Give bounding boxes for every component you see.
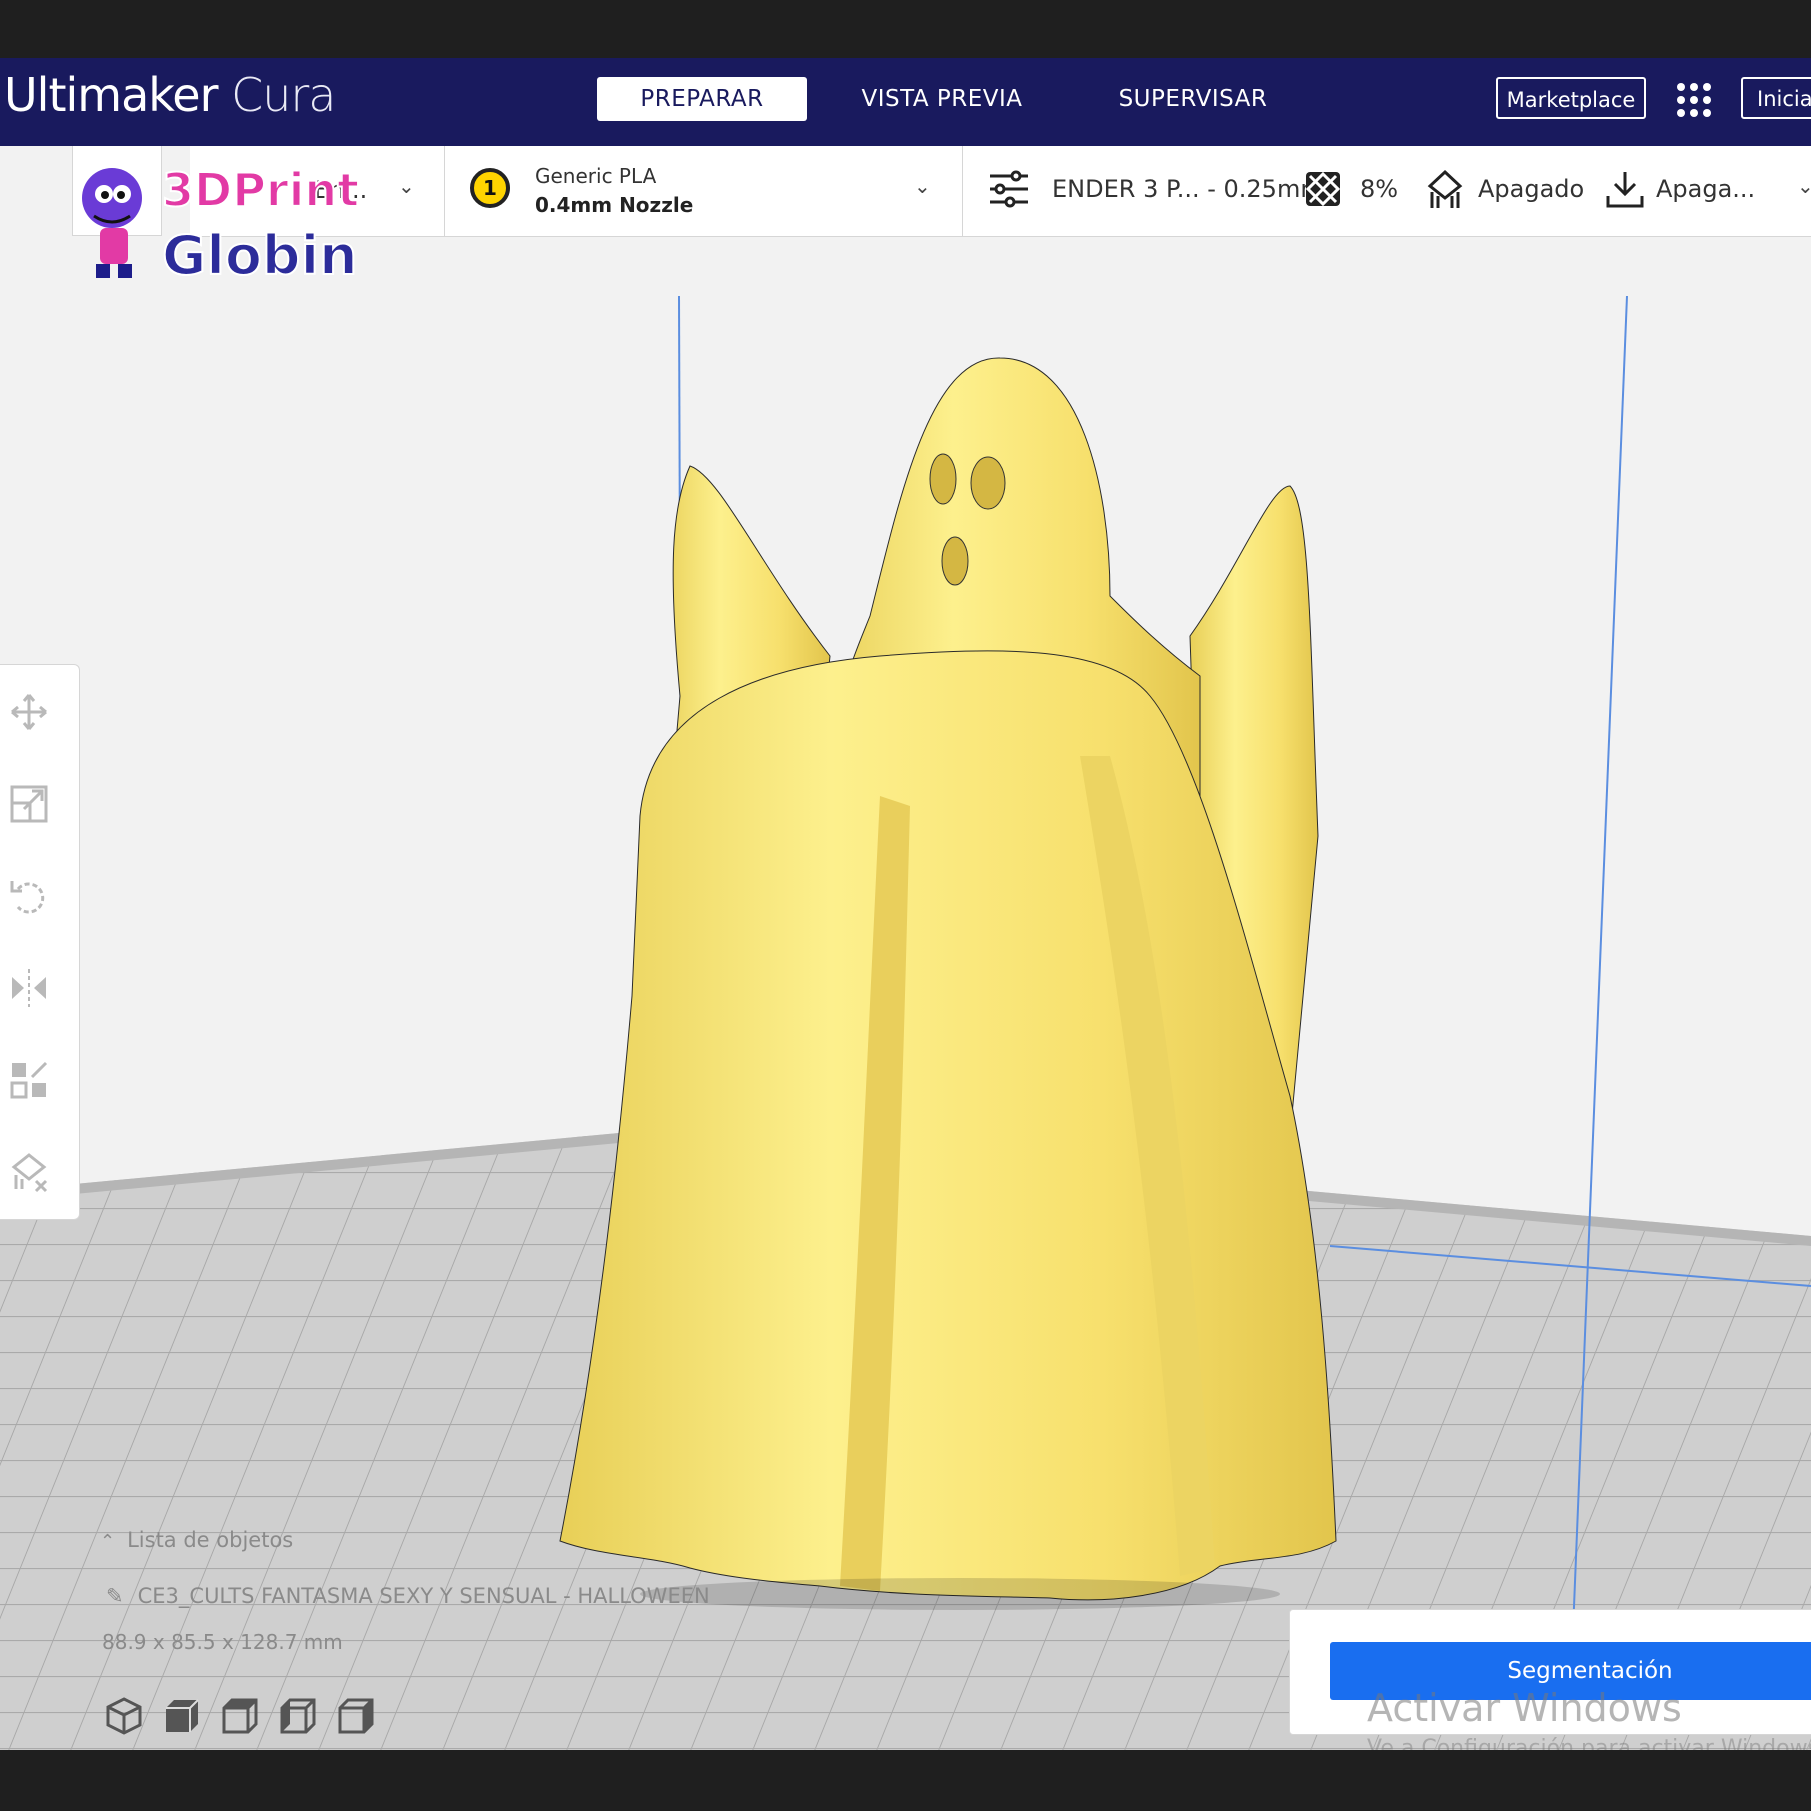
viewport-canvas [0, 295, 1811, 1750]
front-view-icon[interactable] [162, 1696, 202, 1736]
ghost-model [559, 357, 1337, 1601]
build-plate-viewport[interactable] [0, 236, 1811, 1750]
object-dimensions: 88.9 x 85.5 x 128.7 mm [102, 1630, 343, 1654]
logo-line1: 3DPrint [162, 163, 359, 217]
adhesion-icon [1606, 172, 1644, 208]
chevron-up-icon: ⌃ [100, 1531, 116, 1552]
print-settings-selector[interactable]: ENDER 3 P... - 0.25mm 8% Apagado Apaga..… [962, 146, 1811, 236]
mirror-icon[interactable] [8, 967, 50, 1009]
nozzle-size: 0.4mm Nozzle [535, 193, 694, 217]
app-title-light: Cura [231, 68, 336, 122]
support-value: Apagado [1478, 175, 1585, 203]
tab-preparar[interactable]: PREPARAR [597, 77, 807, 121]
tool-panel [0, 664, 80, 1220]
per-model-settings-icon[interactable] [8, 1059, 50, 1101]
chevron-down-icon: ⌄ [398, 174, 415, 198]
print-config-bar: En... ⌄ 1 Generic PLA 0.4mm Nozzle ⌄ END… [190, 146, 1811, 237]
app-header: Ultimaker Cura PREPARAR VISTA PREVIA SUP… [0, 58, 1811, 146]
windows-activation-watermark: Activar Windows [1367, 1686, 1682, 1730]
settings-sliders-icon [990, 170, 1028, 208]
move-icon[interactable] [8, 691, 50, 733]
object-list-header: Lista de objetos [127, 1528, 294, 1552]
object-list-toggle[interactable]: ⌃ Lista de objetos [100, 1528, 293, 1552]
support-icon [1427, 169, 1463, 208]
left-view-icon[interactable] [278, 1696, 318, 1736]
app-title: Ultimaker Cura [4, 68, 336, 122]
material-selector[interactable]: 1 Generic PLA 0.4mm Nozzle ⌄ [444, 146, 963, 236]
windows-activation-subtext: Ve a Configuración para activar Windows. [1367, 1736, 1811, 1750]
extruder-badge: 1 [470, 168, 510, 208]
support-blocker-icon[interactable] [8, 1151, 50, 1193]
3d-view-icon[interactable] [104, 1696, 144, 1736]
right-view-icon[interactable] [336, 1696, 376, 1736]
rotate-icon[interactable] [8, 875, 50, 917]
tab-supervisar[interactable]: SUPERVISAR [1098, 77, 1288, 121]
chevron-down-icon: ⌄ [914, 174, 931, 198]
material-name: Generic PLA [535, 164, 657, 188]
object-name: CE3_CULTS FANTASMA SEXY Y SENSUAL - HALL… [137, 1584, 710, 1608]
infill-icon [1305, 171, 1341, 207]
app-window: Ultimaker Cura PREPARAR VISTA PREVIA SUP… [0, 58, 1811, 1750]
signin-button[interactable]: Inicia [1741, 77, 1811, 119]
object-name-row[interactable]: ✎ CE3_CULTS FANTASMA SEXY Y SENSUAL - HAL… [106, 1584, 710, 1608]
logo-line2: Globin [162, 224, 358, 287]
adhesion-value: Apaga... [1656, 175, 1756, 203]
profile-label: ENDER 3 P... - 0.25mm [1052, 175, 1324, 203]
chevron-down-icon: ⌄ [1797, 174, 1811, 198]
scale-icon[interactable] [8, 783, 50, 825]
apps-grid-icon[interactable] [1676, 82, 1712, 118]
tab-vista-previa[interactable]: VISTA PREVIA [842, 77, 1042, 121]
3dprint-globin-logo: 3DPrint Globin [82, 162, 360, 288]
infill-value: 8% [1360, 175, 1399, 203]
top-view-icon[interactable] [220, 1696, 260, 1736]
app-title-bold: Ultimaker [4, 68, 218, 122]
pencil-icon: ✎ [106, 1584, 124, 1608]
marketplace-button[interactable]: Marketplace [1496, 77, 1646, 119]
